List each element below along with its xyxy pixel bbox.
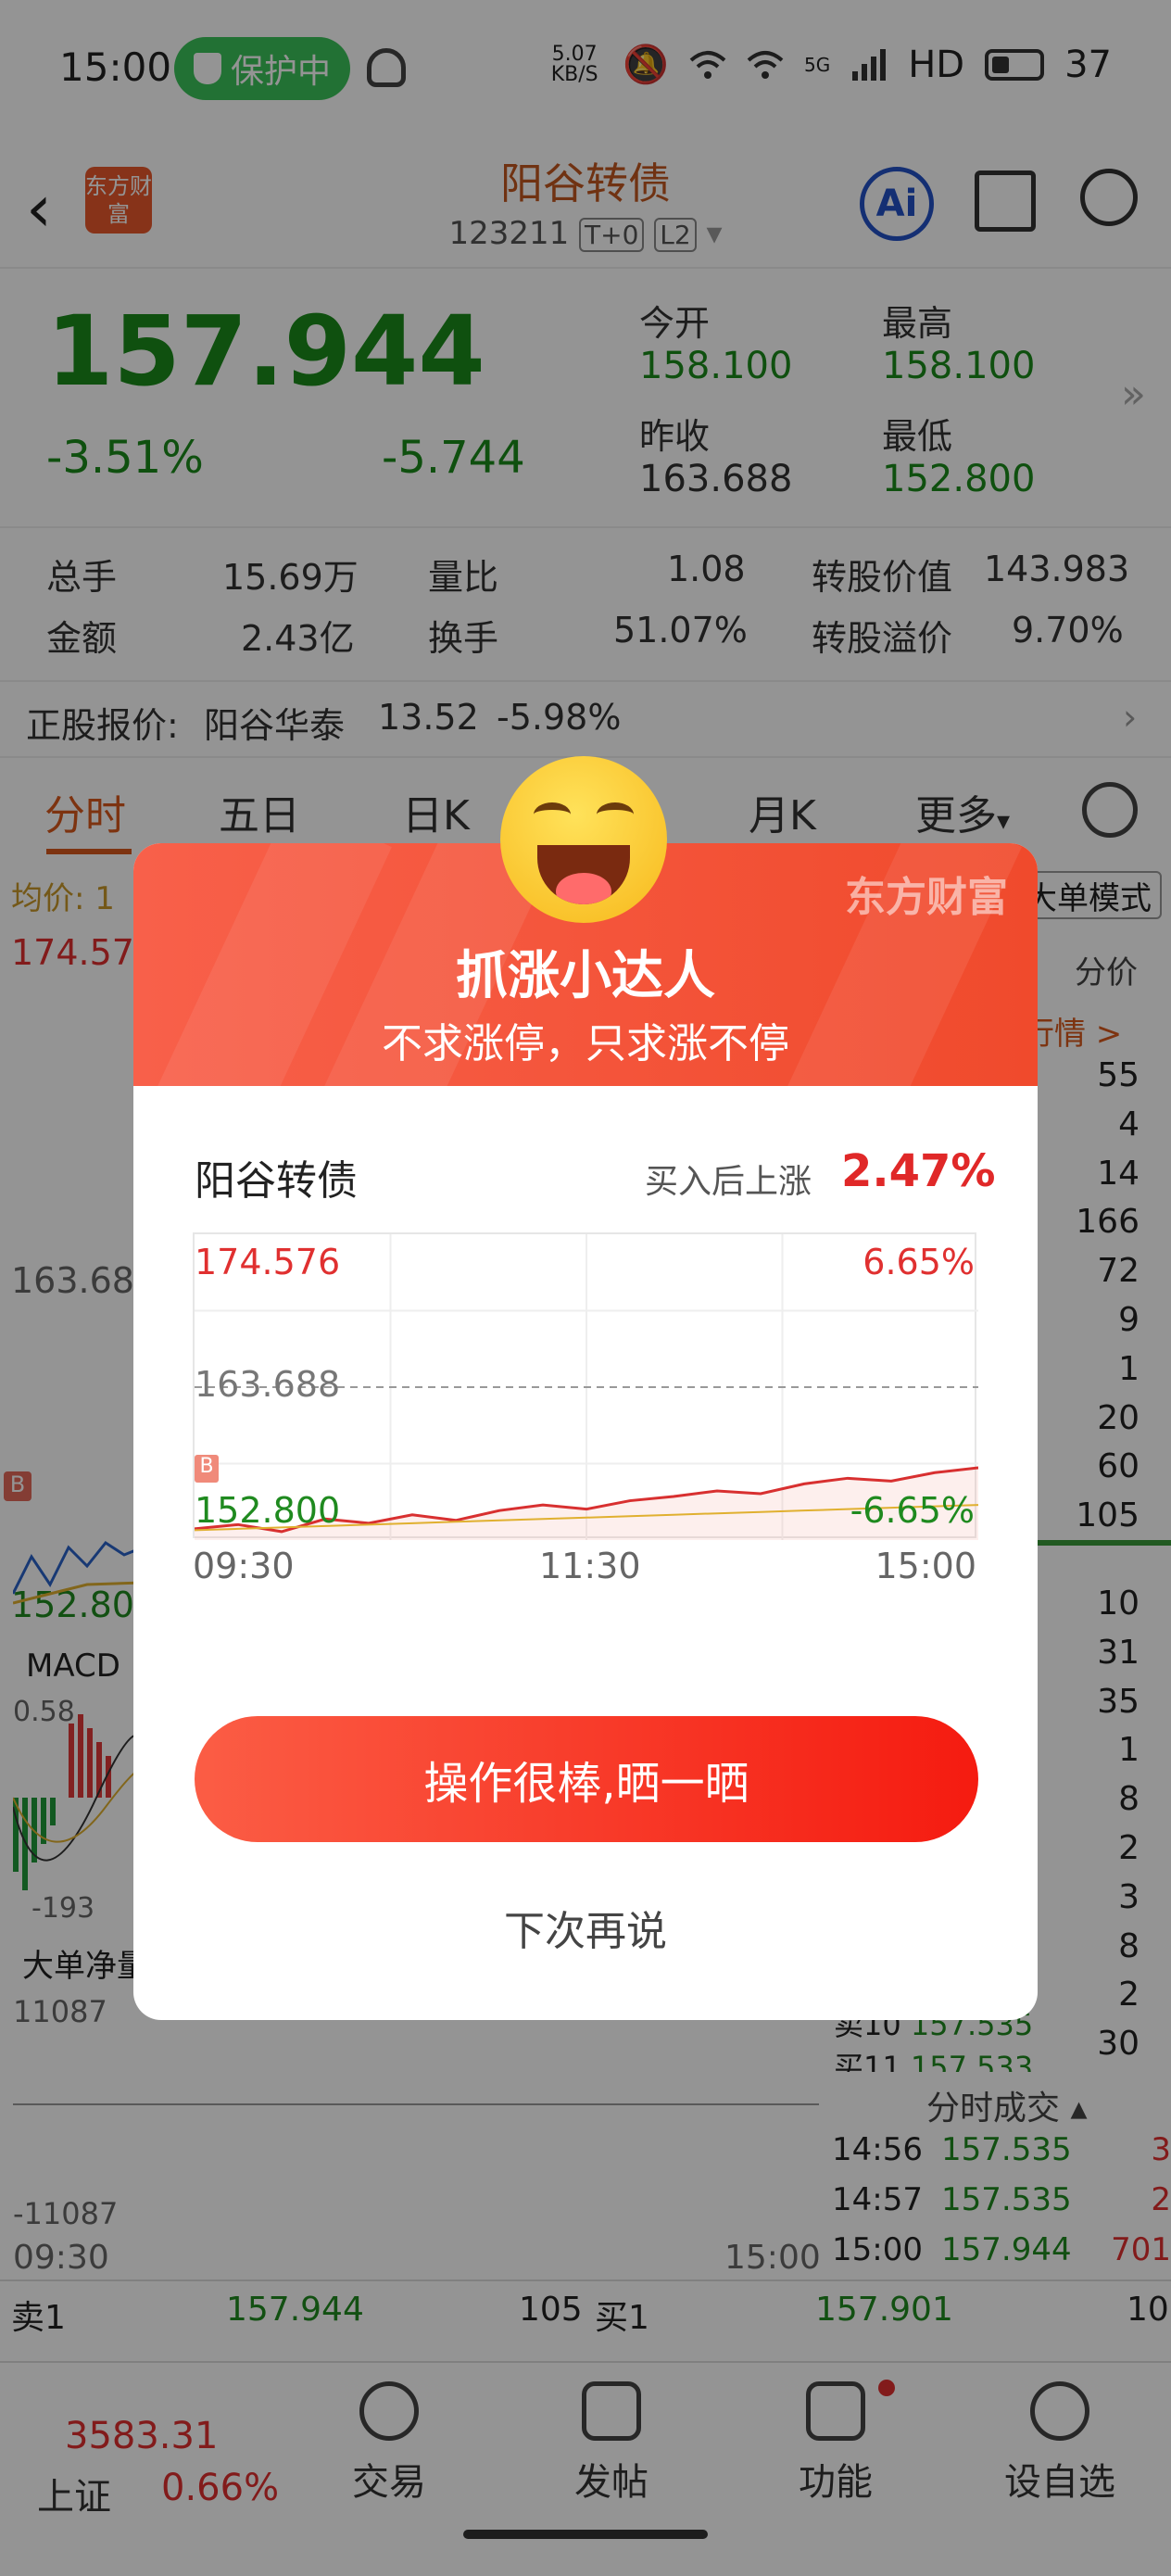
- modal-subtitle: 不求涨停，只求涨不停: [382, 1020, 789, 1067]
- mini-axis-low: 152.800: [195, 1490, 341, 1531]
- laughing-emoji-icon: [500, 756, 667, 923]
- mini-time-axis: 09:30 11:30 15:00: [193, 1546, 976, 1592]
- rise-after-buy-value: 2.47%: [841, 1145, 996, 1197]
- mini-axis-low-pct: -6.65%: [850, 1490, 975, 1531]
- mini-chart: 174.576 6.65% 163.688 152.800 -6.65% B: [193, 1232, 978, 1540]
- mini-axis-high-pct: 6.65%: [863, 1242, 975, 1282]
- mini-time-end: 15:00: [875, 1546, 976, 1586]
- mini-time-mid: 11:30: [539, 1546, 641, 1586]
- mini-axis-mid: 163.688: [195, 1364, 341, 1405]
- emoji-mouth: [537, 845, 630, 904]
- share-button[interactable]: 操作很棒,晒一晒: [195, 1716, 978, 1842]
- modal-brand-watermark: 东方财富: [845, 874, 1008, 921]
- mini-time-start: 09:30: [193, 1546, 295, 1586]
- later-button[interactable]: 下次再说: [133, 1898, 1038, 1957]
- modal-stock-name: 阳谷转债: [195, 1157, 358, 1205]
- buy-marker-icon: B: [195, 1455, 219, 1483]
- share-modal: 东方财富 抓涨小达人 不求涨停，只求涨不停 阳谷转债 买入后上涨 2.47% 1…: [133, 843, 1038, 2020]
- modal-title: 抓涨小达人: [456, 946, 715, 1006]
- emoji-eye: [597, 802, 634, 827]
- emoji-eye: [534, 802, 571, 827]
- mini-axis-high: 174.576: [195, 1242, 341, 1282]
- rise-after-buy-label: 买入后上涨: [645, 1163, 812, 1201]
